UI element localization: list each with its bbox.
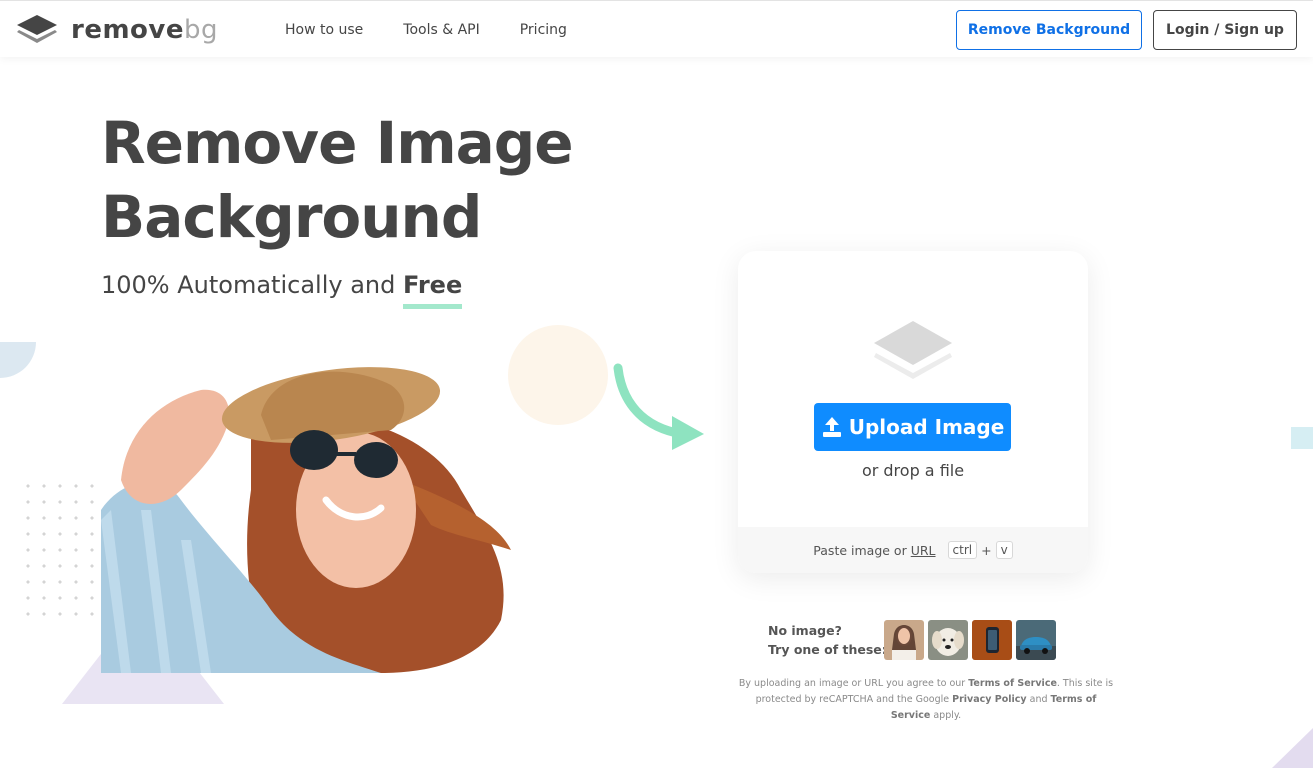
sample-thumbnails bbox=[884, 620, 1060, 660]
nav-how-to-use[interactable]: How to use bbox=[285, 22, 363, 38]
hero-subtitle: 100% Automatically and Free bbox=[101, 271, 463, 309]
main-nav: How to use Tools & API Pricing bbox=[285, 1, 607, 58]
nav-tools-api[interactable]: Tools & API bbox=[403, 22, 479, 38]
legal-notice: By uploading an image or URL you agree t… bbox=[738, 676, 1114, 724]
remove-background-button[interactable]: Remove Background bbox=[956, 10, 1142, 50]
decorative-corner-triangle bbox=[1272, 728, 1313, 768]
upload-image-button[interactable]: Upload Image bbox=[814, 403, 1011, 451]
ctrl-key: ctrl bbox=[947, 541, 978, 559]
privacy-policy-link[interactable]: Privacy Policy bbox=[952, 694, 1026, 705]
title-line-1: Remove Image bbox=[101, 109, 574, 177]
sample-prompt: No image? Try one of these: bbox=[768, 621, 887, 659]
upload-button-label: Upload Image bbox=[848, 415, 1005, 439]
paste-hint-bar: Paste image or URL ctrl + v bbox=[738, 527, 1088, 573]
sample-phone-thumbnail[interactable] bbox=[972, 620, 1012, 660]
paste-hint-text: Paste image or bbox=[813, 542, 907, 558]
subtitle-text: 100% Automatically and bbox=[101, 271, 403, 299]
legal-text-3: and bbox=[1026, 694, 1051, 705]
page-title: Remove Image Background bbox=[101, 106, 574, 254]
legal-text-4: apply. bbox=[930, 710, 962, 721]
logo-text: removebg bbox=[71, 15, 219, 45]
layers-placeholder-icon bbox=[874, 321, 952, 379]
top-navbar: removebg How to use Tools & API Pricing … bbox=[0, 0, 1313, 57]
legal-text-1: By uploading an image or URL you agree t… bbox=[738, 678, 969, 689]
drop-file-text: or drop a file bbox=[861, 461, 965, 480]
upload-icon bbox=[822, 417, 841, 437]
plus-sign: + bbox=[981, 542, 992, 558]
url-link[interactable]: URL bbox=[911, 543, 936, 558]
nav-pricing[interactable]: Pricing bbox=[520, 22, 567, 38]
sample-prompt-line-2: Try one of these: bbox=[768, 642, 887, 657]
sample-car-thumbnail[interactable] bbox=[1016, 620, 1056, 660]
decorative-square bbox=[1291, 427, 1313, 449]
decorative-circle bbox=[508, 325, 608, 425]
subtitle-free: Free bbox=[402, 271, 463, 309]
hero-woman-photo bbox=[101, 367, 511, 673]
layers-logo-icon bbox=[17, 15, 57, 43]
decorative-dot-grid bbox=[20, 478, 100, 623]
upload-card[interactable]: Upload Image or drop a file Paste image … bbox=[738, 251, 1088, 573]
login-signup-button[interactable]: Login / Sign up bbox=[1153, 10, 1297, 50]
removebg-logo[interactable]: removebg bbox=[15, 13, 218, 47]
sample-dog-thumbnail[interactable] bbox=[928, 620, 968, 660]
v-key: v bbox=[995, 541, 1013, 559]
green-arrow-icon bbox=[613, 363, 704, 450]
sample-woman-thumbnail[interactable] bbox=[884, 620, 924, 660]
sample-prompt-line-1: No image? bbox=[768, 623, 842, 638]
decorative-half-circle bbox=[0, 342, 36, 378]
title-line-2: Background bbox=[101, 183, 482, 251]
terms-of-service-link[interactable]: Terms of Service bbox=[968, 678, 1057, 689]
